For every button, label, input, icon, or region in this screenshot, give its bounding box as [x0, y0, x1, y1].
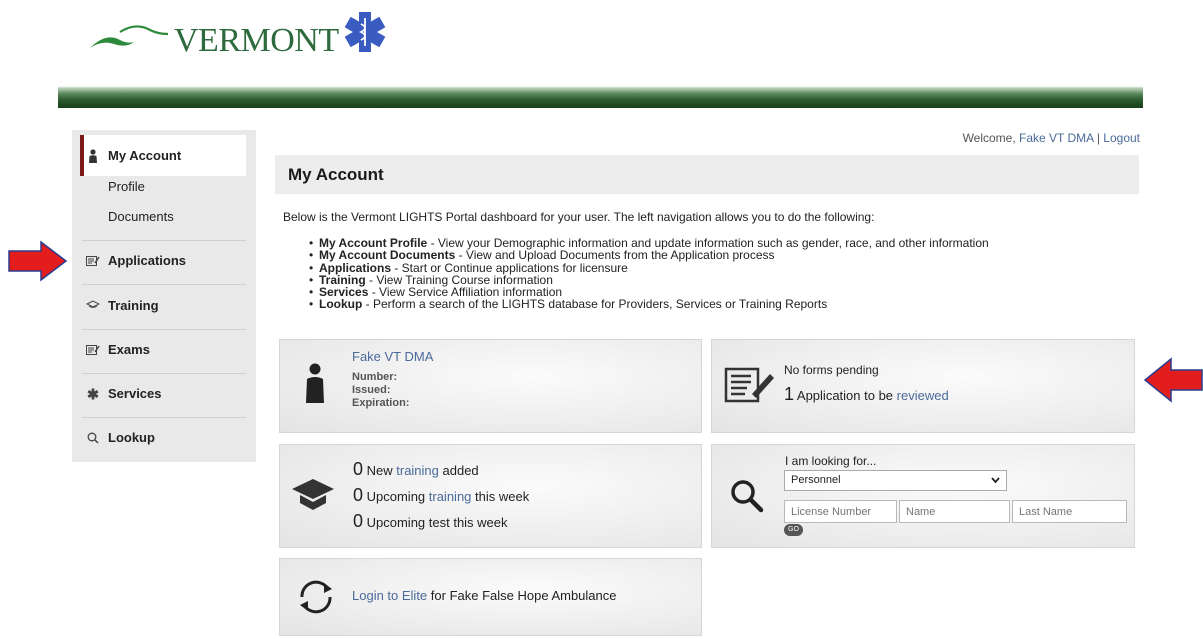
star-of-life-icon — [86, 388, 100, 400]
count: 0 — [353, 459, 364, 479]
sidebar-item-label: Applications — [108, 253, 187, 268]
row-text: Upcoming — [363, 489, 429, 504]
row-text: Upcoming test this week — [363, 515, 508, 530]
red-arrow-left-icon — [1143, 357, 1203, 403]
last-name-input[interactable] — [1012, 500, 1127, 523]
no-forms-text: No forms pending — [784, 363, 879, 377]
grad-cap-icon — [86, 299, 100, 312]
welcome-prefix: Welcome, — [962, 131, 1020, 145]
lookup-card: I am looking for... Personnel GO — [711, 444, 1135, 548]
sidebar-divider — [82, 417, 246, 418]
sidebar-divider — [82, 284, 246, 285]
sidebar-item-lookup[interactable]: Lookup — [86, 430, 155, 445]
training-card: 0 New training added 0 Upcoming training… — [279, 444, 702, 548]
bullet-title: Lookup — [319, 297, 363, 312]
vermont-logo: VERMONT — [88, 10, 418, 62]
sidebar-item-services[interactable]: Services — [86, 386, 162, 401]
training-row-upcoming: 0 Upcoming training this week — [353, 485, 529, 506]
issued-label: Issued: — [352, 384, 391, 396]
count: 0 — [353, 485, 364, 505]
red-arrow-right-icon — [8, 240, 68, 282]
header-banner — [58, 86, 1143, 108]
elite-card: Login to Elite for Fake False Hope Ambul… — [279, 558, 702, 636]
sidebar-nav: My Account Profile Documents Application… — [72, 130, 256, 462]
user-name-link[interactable]: Fake VT DMA — [1019, 131, 1093, 145]
person-icon — [86, 148, 100, 163]
sidebar-item-documents[interactable]: Documents — [108, 209, 174, 224]
sidebar-item-label: Lookup — [108, 430, 155, 445]
sidebar-divider — [82, 240, 246, 241]
intro-text: Below is the Vermont LIGHTS Portal dashb… — [283, 210, 875, 224]
logo-text: VERMONT — [174, 22, 339, 59]
training-row-test: 0 Upcoming test this week — [353, 511, 508, 532]
sidebar-item-exams[interactable]: Exams — [86, 342, 150, 357]
form-icon — [86, 344, 100, 356]
application-count: 1 — [784, 384, 795, 404]
sidebar-item-label: My Account — [108, 148, 182, 163]
name-input[interactable] — [899, 500, 1010, 523]
application-status: 1 Application to be reviewed — [784, 384, 949, 405]
bullet-text: - Perform a search of the LIGHTS databas… — [362, 297, 828, 312]
list-item: Lookup - Perform a search of the LIGHTS … — [309, 297, 989, 312]
sidebar-item-applications[interactable]: Applications — [86, 253, 186, 268]
number-label: Number: — [352, 371, 398, 383]
search-icon — [86, 432, 100, 444]
grad-cap-icon — [292, 479, 334, 510]
star-of-life-logo-icon — [344, 12, 386, 52]
form-edit-icon — [724, 367, 774, 403]
count: 0 — [353, 511, 364, 531]
sidebar-item-profile[interactable]: Profile — [108, 179, 145, 194]
form-icon — [86, 255, 100, 267]
sidebar-divider — [82, 329, 246, 330]
elite-login-row: Login to Elite for Fake False Hope Ambul… — [352, 588, 617, 603]
sidebar-item-label: Training — [108, 298, 159, 313]
profile-name-link[interactable]: Fake VT DMA — [352, 349, 433, 364]
training-link[interactable]: training — [429, 489, 472, 504]
welcome-bar: Welcome, Fake VT DMA | Logout — [963, 131, 1140, 145]
forms-card: No forms pending 1 Application to be rev… — [711, 339, 1135, 433]
logout-link[interactable]: Logout — [1103, 131, 1140, 145]
profile-card: Fake VT DMA Number: Issued: Expiration: — [279, 339, 702, 433]
search-icon — [731, 480, 764, 513]
welcome-separator: | — [1093, 131, 1104, 145]
feature-list: My Account Profile - View your Demograph… — [309, 237, 989, 312]
login-to-elite-link[interactable]: Login to Elite — [352, 588, 427, 603]
person-icon — [306, 363, 324, 403]
sidebar-divider — [82, 373, 246, 374]
sidebar-item-my-account[interactable]: My Account — [86, 148, 181, 163]
lookup-label: I am looking for... — [785, 454, 877, 468]
sidebar-item-label: Exams — [108, 342, 150, 357]
sidebar-item-label: Services — [108, 386, 162, 401]
lookup-type-select[interactable]: Personnel — [784, 470, 1007, 491]
page-title-bar: My Account — [275, 155, 1139, 194]
row-text: this week — [471, 489, 530, 504]
select-value: Personnel — [791, 474, 841, 486]
row-text: New — [363, 463, 397, 478]
go-button[interactable]: GO — [784, 524, 803, 536]
sidebar-item-training[interactable]: Training — [86, 298, 159, 313]
mountain-logo-icon — [90, 25, 169, 48]
elite-text: for Fake False Hope Ambulance — [427, 588, 617, 603]
license-number-input[interactable] — [784, 500, 897, 523]
application-text: Application to be — [794, 388, 897, 403]
chevron-down-icon — [991, 477, 1000, 484]
refresh-icon — [300, 580, 332, 614]
page-title: My Account — [288, 165, 384, 184]
training-row-new: 0 New training added — [353, 459, 479, 480]
reviewed-link[interactable]: reviewed — [897, 388, 949, 403]
row-text: added — [438, 463, 479, 478]
training-link[interactable]: training — [396, 463, 439, 478]
expiration-label: Expiration: — [352, 397, 410, 409]
